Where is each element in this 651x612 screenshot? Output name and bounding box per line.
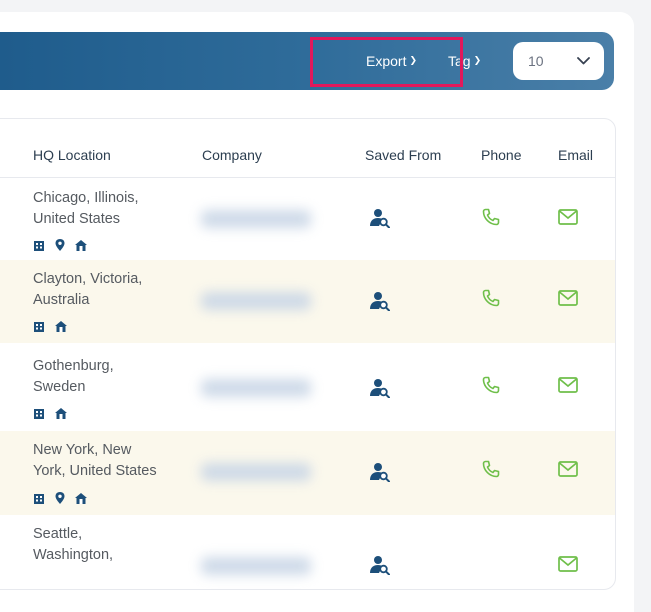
table-row[interactable]: New York, New York, United States [0,431,615,515]
column-header-phone[interactable]: Phone [481,119,521,177]
email-icon[interactable] [558,556,578,572]
column-header-saved-from[interactable]: Saved From [365,119,441,177]
location-line: New York, New [33,442,132,458]
column-header-company[interactable]: Company [202,119,262,177]
phone-icon[interactable] [482,289,500,307]
home-icon[interactable] [55,408,67,419]
company-name-redacted [201,292,311,310]
map-pin-icon[interactable] [55,492,65,504]
home-icon[interactable] [75,239,87,251]
hq-location: New York, New York, United States [33,440,157,482]
location-line: Gothenburg, [33,358,114,374]
table-row[interactable]: Seattle, Washington, [0,515,615,589]
email-icon[interactable] [558,461,578,477]
user-search-icon[interactable] [370,378,390,398]
building-icon[interactable] [33,240,45,251]
chevron-down-icon: ❯ [473,54,482,65]
table-row[interactable]: Chicago, Illinois, United States [0,178,615,260]
location-line: Sweden [33,379,86,395]
home-icon[interactable] [55,321,67,332]
building-icon[interactable] [33,408,45,419]
company-name-redacted [201,463,311,481]
building-icon[interactable] [33,493,45,504]
phone-icon[interactable] [482,208,500,226]
home-icon[interactable] [75,492,87,504]
location-line: Washington, [33,547,114,563]
location-line: United States [33,211,121,227]
user-search-icon[interactable] [370,208,390,228]
phone-icon[interactable] [482,376,500,394]
company-name-redacted [201,379,311,397]
contacts-table: HQ Location Company Saved From Phone Ema… [0,118,616,590]
hq-location: Clayton, Victoria, Australia [33,269,142,311]
export-label: Export [366,53,407,69]
table-header: HQ Location Company Saved From Phone Ema… [0,119,615,178]
hq-location: Chicago, Illinois, United States [33,188,139,230]
page-size-select[interactable]: 10 [513,42,604,80]
user-search-icon[interactable] [370,462,390,482]
location-line: Seattle, [33,526,83,542]
email-icon[interactable] [558,209,578,225]
phone-icon[interactable] [482,460,500,478]
chevron-down-icon: ❯ [409,54,418,65]
tag-label: Tag [448,53,471,69]
user-search-icon[interactable] [370,555,390,575]
map-pin-icon[interactable] [55,239,65,251]
company-name-redacted [201,210,311,228]
column-header-hq-location[interactable]: HQ Location [33,119,111,177]
location-line: Australia [33,292,90,308]
table-row[interactable]: Gothenburg, Sweden [0,343,615,431]
page-size-value: 10 [528,53,544,69]
building-icon[interactable] [33,321,45,332]
export-button[interactable]: Export ❯ [366,32,417,90]
chevron-down-icon [577,57,590,65]
user-search-icon[interactable] [370,291,390,311]
tag-button[interactable]: Tag ❯ [448,32,481,90]
location-line: York, United States [33,463,157,479]
hq-location: Gothenburg, Sweden [33,356,114,398]
table-row[interactable]: Clayton, Victoria, Australia [0,260,615,343]
company-name-redacted [201,557,311,575]
location-line: Clayton, Victoria, [33,271,143,287]
hq-location: Seattle, Washington, [33,524,113,566]
location-line: Chicago, Illinois, [33,190,139,206]
email-icon[interactable] [558,290,578,306]
email-icon[interactable] [558,377,578,393]
column-header-email[interactable]: Email [558,119,593,177]
